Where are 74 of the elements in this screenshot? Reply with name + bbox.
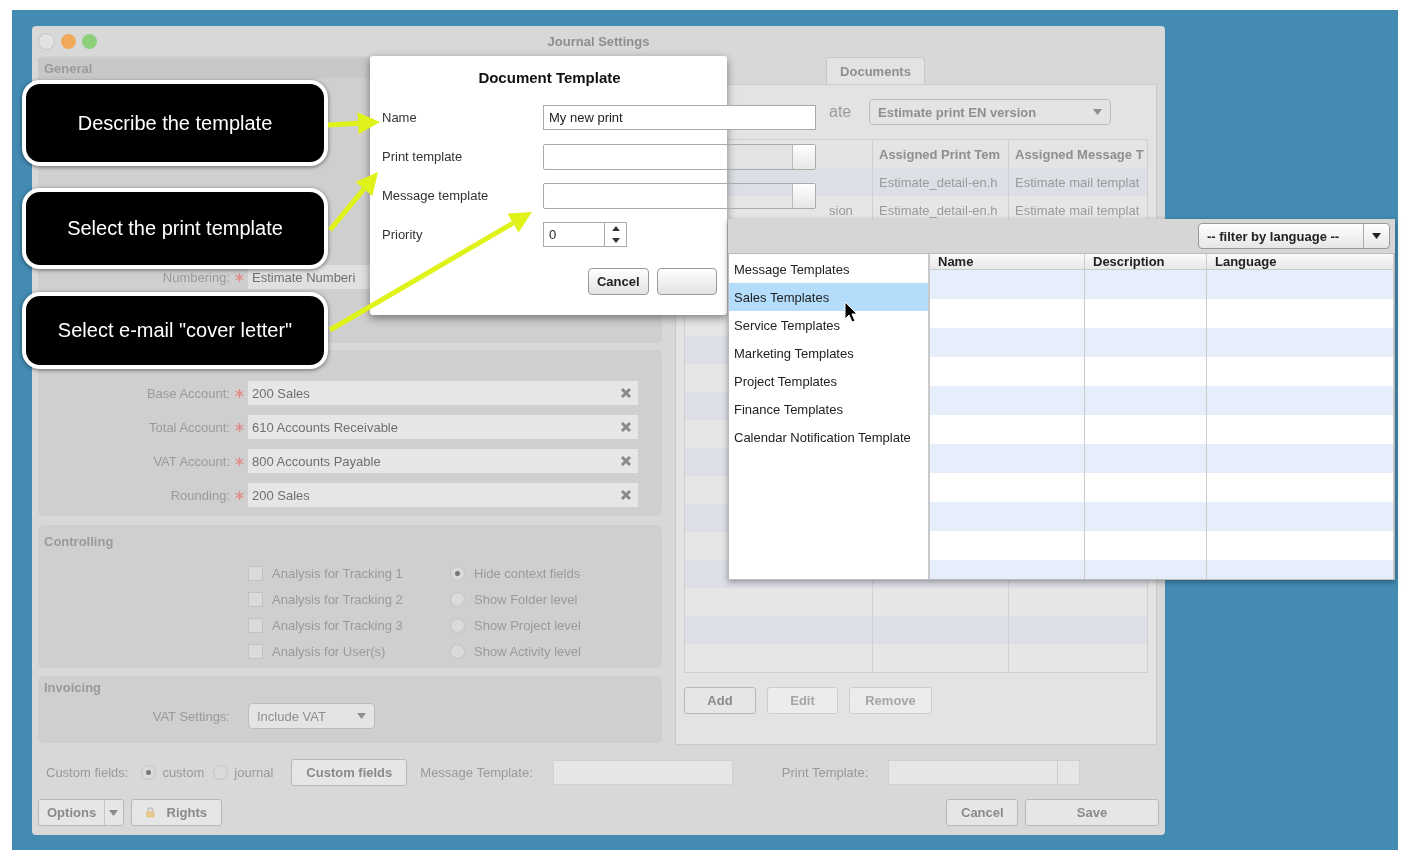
documents-tab[interactable]: Documents (826, 57, 925, 84)
custom-fields-button[interactable]: Custom fields (291, 758, 408, 786)
vat-dropdown[interactable]: Include VAT (248, 703, 375, 729)
caret-icon (357, 713, 366, 719)
table-cell: Estimate mail templat (1015, 174, 1140, 190)
cancel-button[interactable]: Cancel (946, 799, 1018, 826)
callout: Select e-mail "cover letter" (22, 292, 328, 369)
field-label: Message Template: (420, 764, 533, 780)
account-field[interactable]: 610 Accounts Receivable (248, 415, 638, 439)
window-control-icon[interactable] (82, 33, 97, 49)
checkbox[interactable] (248, 591, 263, 607)
window-title: Journal Settings (547, 33, 650, 49)
category-item[interactable]: Service Templates (729, 311, 928, 339)
field-label: Name (382, 110, 417, 125)
template-picker[interactable] (543, 182, 816, 209)
options-button[interactable]: Options (38, 799, 124, 826)
account-field[interactable]: 200 Sales (248, 483, 638, 507)
field-label: Custom fields: (46, 764, 129, 780)
category-item[interactable]: Marketing Templates (729, 339, 928, 367)
checkbox[interactable] (248, 565, 263, 581)
language-filter-dropdown[interactable]: -- filter by language -- (1198, 223, 1390, 249)
field-label: ate (829, 103, 852, 120)
print-template-field[interactable] (888, 759, 1081, 785)
lock-icon (146, 806, 155, 819)
field-label: Priority (382, 227, 423, 242)
dialog-button[interactable] (656, 268, 717, 295)
table-cell: Estimate mail templat (1015, 202, 1140, 218)
caret-icon (1093, 109, 1102, 115)
radio-button[interactable] (450, 565, 465, 581)
table-action-button[interactable]: Add (684, 687, 756, 714)
cursor-icon (844, 301, 858, 323)
table-cell: Estimate_detail-en.h (879, 202, 998, 218)
category-item[interactable]: Message Templates (729, 255, 928, 283)
field-label: Print template (382, 149, 463, 164)
spin-up-icon[interactable] (611, 226, 620, 232)
rights-button[interactable]: Rights (131, 799, 222, 826)
callout: Describe the template (22, 80, 328, 166)
window-control-icon[interactable] (61, 33, 76, 49)
table-cell: Estimate_detail-en.h (879, 174, 998, 190)
field-label: Print Template: (781, 764, 869, 780)
category-item[interactable]: Project Templates (729, 367, 928, 395)
column-header: Assigned Message T (1008, 139, 1148, 168)
window-control-icon[interactable] (38, 32, 55, 50)
template-picker[interactable] (543, 143, 816, 170)
clear-icon[interactable] (620, 455, 632, 467)
radio-button[interactable] (141, 764, 157, 780)
clear-icon[interactable] (620, 387, 632, 399)
template-dropdown[interactable]: Estimate print EN version (869, 99, 1111, 125)
radio-label: custom (162, 764, 205, 780)
column-header: Description (1085, 254, 1207, 269)
category-item[interactable]: Sales Templates (729, 283, 928, 311)
column-header: Assigned Print Tem (872, 139, 1009, 168)
column-header: Language (1207, 254, 1394, 269)
clear-icon[interactable] (620, 421, 632, 433)
name-field[interactable]: My new print (543, 105, 816, 130)
column-header: Name (930, 254, 1085, 269)
checkbox[interactable] (248, 643, 263, 659)
category-item[interactable]: Calendar Notification Template (729, 423, 928, 451)
table-cell: sion (829, 202, 853, 218)
checkbox[interactable] (248, 617, 263, 633)
caret-icon (1372, 233, 1381, 239)
dialog-button[interactable]: Cancel (588, 268, 649, 295)
field-label: Message template (382, 188, 489, 203)
radio-label: journal (234, 764, 274, 780)
clear-icon[interactable] (620, 489, 632, 501)
category-item[interactable]: Finance Templates (729, 395, 928, 423)
account-field[interactable]: 200 Sales (248, 381, 638, 405)
pointer-arrow (327, 112, 380, 135)
field-value: Estimate Numberi (252, 269, 356, 285)
spin-down-icon[interactable] (611, 237, 620, 243)
callout: Select the print template (22, 188, 328, 269)
chevron-icon (109, 809, 119, 816)
account-field[interactable]: 800 Accounts Payable (248, 449, 638, 473)
save-button[interactable]: Save (1025, 799, 1159, 826)
